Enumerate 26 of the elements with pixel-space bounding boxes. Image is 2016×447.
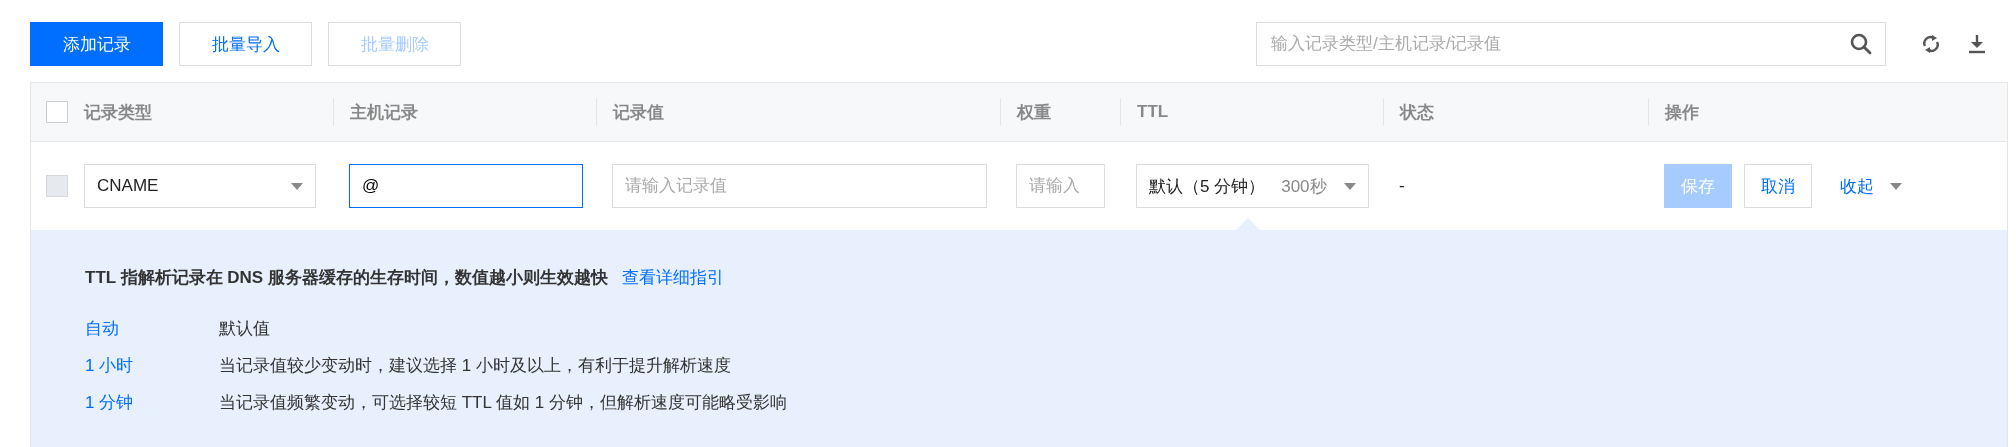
search-icon[interactable] — [1850, 33, 1872, 55]
checkbox[interactable] — [46, 101, 68, 123]
guide-link[interactable]: 查看详细指引 — [621, 266, 724, 289]
caret-icon — [1344, 182, 1356, 190]
ttl-option-label: 1 小时 — [85, 355, 135, 377]
column-header: 记录值 — [613, 101, 664, 124]
column-header: 记录类型 — [84, 101, 152, 124]
ttl-option-label: 1 分钟 — [85, 392, 135, 414]
ttl-option-description: 当记录值频繁变动，可选择较短 TTL 值如 1 分钟，但解析速度可能略受影响 — [219, 392, 788, 414]
status-text: - — [1399, 176, 1405, 196]
import-button[interactable]: 批量导入 — [179, 22, 312, 66]
search-field[interactable]: 输入记录类型/主机记录/记录值 — [1256, 22, 1886, 66]
ttl-option-description: 当记录值较少变动时，建议选择 1 小时及以上，有利于提升解析速度 — [219, 355, 732, 377]
caret-icon — [1890, 182, 1902, 190]
column-header: 操作 — [1665, 101, 1699, 124]
column-header: 主机记录 — [350, 101, 418, 124]
ttl-option-description: 默认值 — [219, 318, 271, 340]
caret-icon — [291, 182, 303, 190]
column-header: TTL — [1137, 102, 1169, 122]
column-header: 权重 — [1017, 101, 1051, 124]
column-header: 状态 — [1400, 101, 1434, 124]
ttl-option-label: 自动 — [85, 318, 120, 340]
refresh-icon[interactable] — [1922, 34, 1940, 54]
download-icon[interactable] — [1968, 34, 1986, 54]
help-title: TTL 指解析记录在 DNS 服务器缓存的生存时间，数值越小则生效越快 — [85, 267, 608, 289]
add-record-button[interactable]: 添加记录 — [30, 22, 163, 66]
